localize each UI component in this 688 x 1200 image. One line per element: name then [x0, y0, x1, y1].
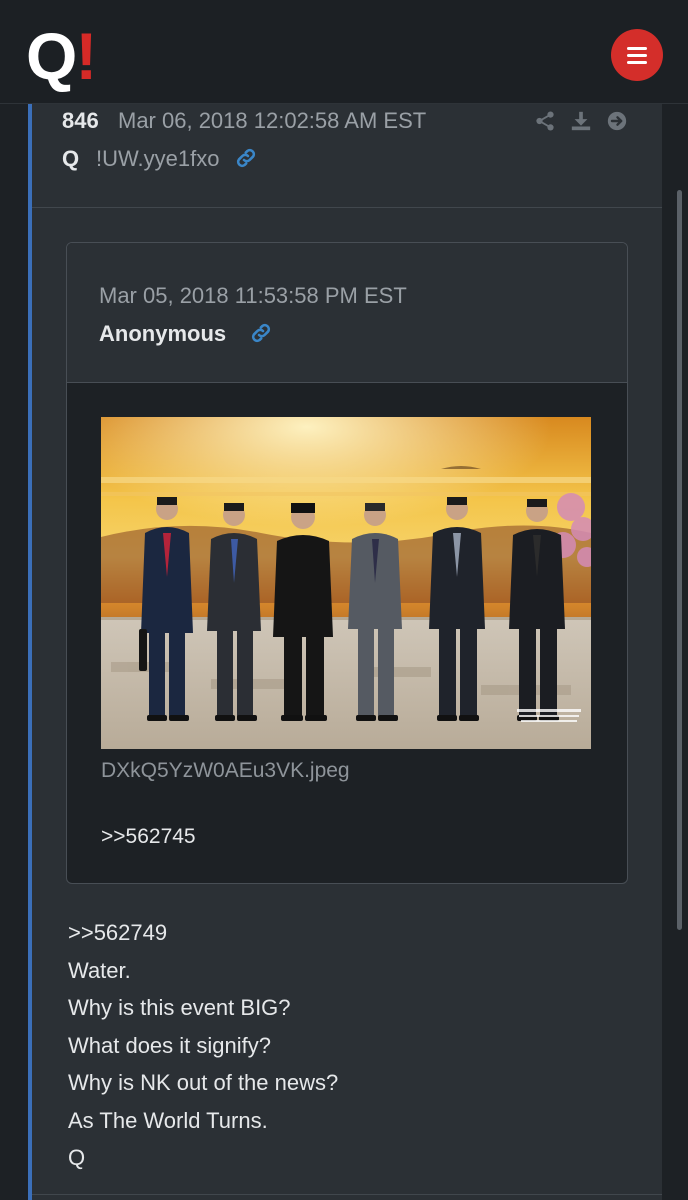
top-bar: Q! [0, 0, 688, 104]
post-image[interactable] [101, 417, 591, 749]
post-body: >>562749 Water. Why is this event BIG? W… [68, 914, 338, 1177]
post-header: 846 Mar 06, 2018 12:02:58 AM EST Q !UW.y… [32, 104, 662, 208]
link-icon[interactable] [249, 321, 273, 345]
menu-button[interactable] [611, 29, 663, 81]
download-icon[interactable] [570, 110, 592, 132]
post-text-line: Q [68, 1145, 86, 1170]
post-text-line: Why is NK out of the news? [68, 1070, 339, 1095]
post-number[interactable]: 846 [62, 108, 99, 134]
post-text-line: As The World Turns. [68, 1107, 268, 1133]
post-date: Mar 06, 2018 12:02:58 AM EST [118, 108, 427, 133]
quoted-post: Mar 05, 2018 11:53:58 PM EST Anonymous D… [66, 242, 628, 884]
post-text-line: What does it signify? [68, 1032, 271, 1058]
divider [32, 1194, 662, 1195]
hamburger-icon [627, 46, 647, 50]
share-icon[interactable] [534, 110, 556, 132]
link-icon[interactable] [234, 146, 258, 170]
quote-reference[interactable]: >>562745 [101, 825, 196, 849]
quoted-post-header: Mar 05, 2018 11:53:58 PM EST Anonymous [67, 243, 627, 383]
logo-mark: ! [75, 19, 98, 93]
post-text-line: Water. [68, 957, 131, 983]
logo-letter: Q [26, 19, 77, 93]
post-author: Q [62, 146, 80, 171]
quoted-post-date: Mar 05, 2018 11:53:58 PM EST [99, 283, 407, 308]
quoted-post-author: Anonymous [99, 321, 227, 346]
post-card: 846 Mar 06, 2018 12:02:58 AM EST Q !UW.y… [28, 104, 662, 1200]
post-reference-link[interactable]: >>562749 [68, 914, 338, 952]
post-actions [534, 110, 628, 132]
scrollbar[interactable] [677, 190, 682, 930]
arrow-right-circle-icon[interactable] [606, 110, 628, 132]
site-logo[interactable]: Q! [26, 19, 98, 93]
image-filename[interactable]: DXkQ5YzW0AEu3VK.jpeg [101, 759, 350, 783]
post-text-line: Why is this event BIG? [68, 995, 291, 1020]
post-tripcode: !UW.yye1fxo [96, 146, 220, 171]
